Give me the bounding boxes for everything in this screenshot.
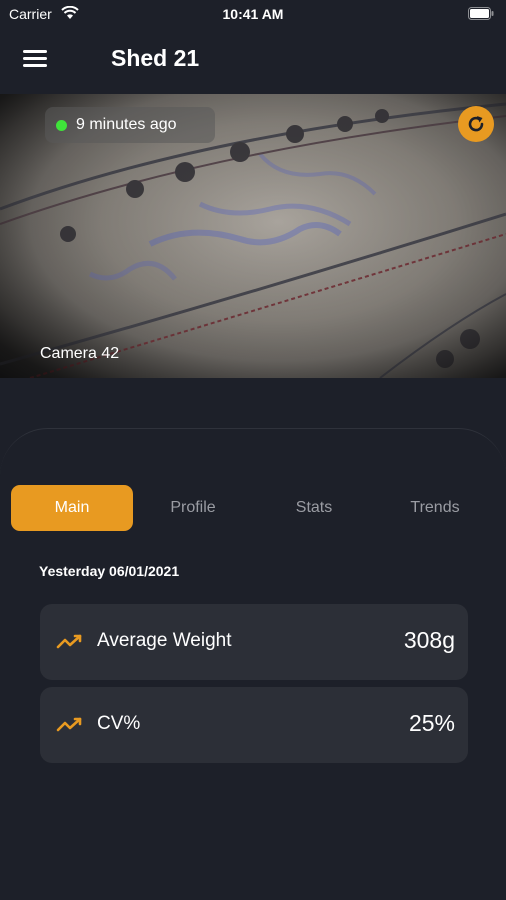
live-status-dot bbox=[56, 120, 67, 131]
metric-value: 25% bbox=[408, 710, 455, 736]
tab-stats[interactable]: Stats bbox=[253, 485, 375, 531]
tab-main[interactable]: Main bbox=[11, 485, 133, 531]
camera-feed[interactable]: 9 minutes ago Camera 42 bbox=[0, 94, 506, 378]
metric-card-average-weight[interactable]: Average Weight 308g bbox=[40, 604, 468, 680]
tab-bar: Main Profile Stats Trends bbox=[0, 485, 506, 531]
page-title: Shed 21 bbox=[111, 45, 200, 71]
summary-date: Yesterday 06/01/2021 bbox=[39, 563, 180, 579]
last-update-badge: 9 minutes ago bbox=[45, 107, 215, 143]
battery-icon bbox=[468, 7, 494, 20]
metric-label: CV% bbox=[97, 713, 141, 734]
tab-profile[interactable]: Profile bbox=[132, 485, 254, 531]
camera-label: Camera 42 bbox=[40, 345, 120, 362]
header: Shed 21 bbox=[0, 28, 506, 94]
refresh-button[interactable] bbox=[458, 106, 494, 142]
status-bar: Carrier 10:41 AM bbox=[0, 0, 506, 28]
refresh-icon bbox=[468, 116, 484, 132]
app-screen: Carrier 10:41 AM Shed 21 9 minutes ago C… bbox=[0, 0, 506, 900]
metric-card-cv[interactable]: CV% 25% bbox=[40, 687, 468, 763]
metric-label: Average Weight bbox=[97, 630, 232, 651]
clock: 10:41 AM bbox=[222, 6, 284, 22]
last-update-text: 9 minutes ago bbox=[76, 116, 177, 133]
trend-line-icon bbox=[56, 717, 82, 732]
hamburger-menu-icon[interactable] bbox=[23, 50, 47, 70]
tab-trends[interactable]: Trends bbox=[374, 485, 496, 531]
metric-value: 308g bbox=[403, 627, 455, 653]
trend-line-icon bbox=[56, 634, 82, 649]
